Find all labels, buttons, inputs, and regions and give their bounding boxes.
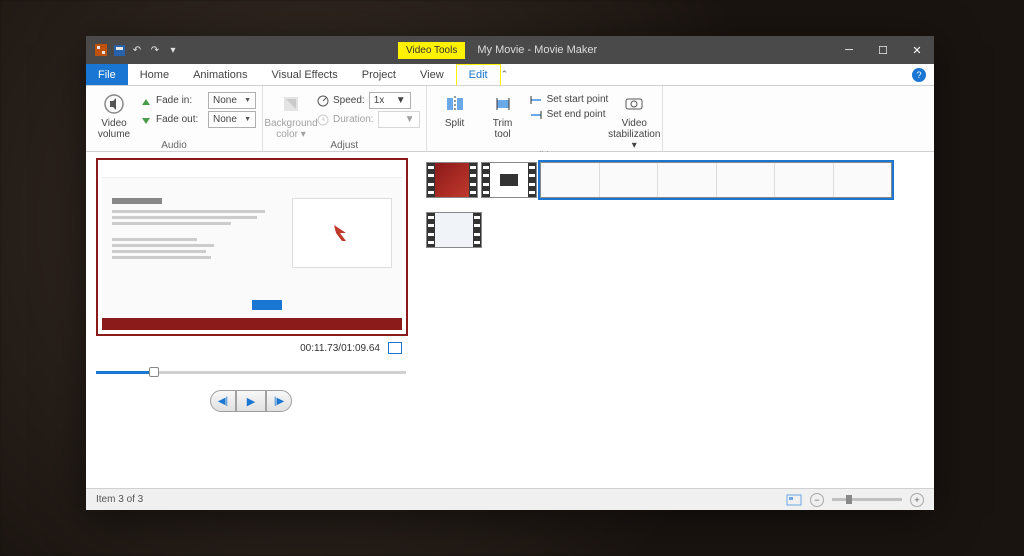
save-icon[interactable] <box>112 43 126 57</box>
tab-edit[interactable]: Edit <box>456 64 501 85</box>
ribbon: Videovolume Fade in: None▼ Fade out: Non… <box>86 86 934 152</box>
tab-project[interactable]: Project <box>350 64 408 85</box>
statusbar: Item 3 of 3 − + <box>86 488 934 510</box>
next-frame-button[interactable]: |▶ <box>266 390 292 412</box>
app-window: ↶ ↷ ▾ Video Tools My Movie - Movie Maker… <box>86 36 934 510</box>
quick-access-toolbar: ↶ ↷ ▾ <box>86 43 188 57</box>
seek-bar[interactable] <box>96 364 406 380</box>
time-display-row: 00:11.73/01:09.64 <box>96 336 406 360</box>
timeline-clip[interactable] <box>426 162 478 198</box>
tab-file[interactable]: File <box>86 64 128 85</box>
qat-dropdown-icon[interactable]: ▾ <box>166 43 180 57</box>
fade-in-row: Fade in: None▼ <box>140 92 256 109</box>
video-stabilization-button[interactable]: Videostabilization ▾ <box>612 88 656 151</box>
maximize-button[interactable]: ☐ <box>866 36 900 64</box>
fade-out-dropdown[interactable]: None▼ <box>208 111 256 128</box>
zoom-slider[interactable] <box>832 498 902 501</box>
timeline-clip[interactable] <box>481 162 537 198</box>
zoom-out-button[interactable]: − <box>810 493 824 507</box>
prev-frame-button[interactable]: ◀| <box>210 390 236 412</box>
speed-dropdown[interactable]: 1x▼ <box>369 92 411 109</box>
speedometer-icon <box>317 95 329 107</box>
contextual-tab-label: Video Tools <box>398 42 465 59</box>
app-icon[interactable] <box>94 43 108 57</box>
time-display: 00:11.73/01:09.64 <box>300 343 380 354</box>
minimize-button[interactable]: ─ <box>832 36 866 64</box>
fade-in-dropdown[interactable]: None▼ <box>208 92 256 109</box>
close-button[interactable]: ✕ <box>900 36 934 64</box>
help-icon[interactable]: ? <box>912 68 926 82</box>
timeline-pane[interactable] <box>416 152 934 488</box>
tab-visual-effects[interactable]: Visual Effects <box>260 64 350 85</box>
preview-pane: 00:11.73/01:09.64 ◀| ▶ |▶ <box>86 152 416 488</box>
workspace: 00:11.73/01:09.64 ◀| ▶ |▶ <box>86 152 934 488</box>
duration-dropdown: ▼ <box>378 111 420 128</box>
tab-animations[interactable]: Animations <box>181 64 259 85</box>
group-adjust: Backgroundcolor ▾ Speed: 1x▼ Duration: ▼… <box>263 86 427 151</box>
set-start-point-button[interactable]: Set start point <box>529 94 609 105</box>
playback-controls: ◀| ▶ |▶ <box>96 390 406 412</box>
tab-view[interactable]: View <box>408 64 456 85</box>
split-button[interactable]: Split <box>433 88 477 129</box>
redo-icon[interactable]: ↷ <box>148 43 162 57</box>
speaker-icon <box>102 92 126 116</box>
end-point-icon <box>529 110 543 120</box>
stabilization-icon <box>622 92 646 116</box>
status-text: Item 3 of 3 <box>96 494 143 505</box>
undo-icon[interactable]: ↶ <box>130 43 144 57</box>
group-audio: Videovolume Fade in: None▼ Fade out: Non… <box>86 86 263 151</box>
fade-in-icon <box>140 95 152 107</box>
trim-tool-button[interactable]: Trimtool <box>481 88 525 140</box>
trim-icon <box>491 92 515 116</box>
fullscreen-icon[interactable] <box>388 342 402 354</box>
timeline-clip[interactable] <box>426 212 482 248</box>
group-editing: Split Trimtool Set start point Set end p… <box>427 86 664 151</box>
split-icon <box>443 92 467 116</box>
timeline-row-1 <box>426 162 924 198</box>
speed-row: Speed: 1x▼ <box>317 92 420 109</box>
background-color-button: Backgroundcolor ▾ <box>269 88 313 140</box>
window-controls: ─ ☐ ✕ <box>832 36 934 64</box>
duration-row: Duration: ▼ <box>317 111 420 128</box>
titlebar: ↶ ↷ ▾ Video Tools My Movie - Movie Maker… <box>86 36 934 64</box>
start-point-icon <box>529 95 543 105</box>
fade-out-icon <box>140 114 152 126</box>
preview-monitor[interactable] <box>96 158 408 336</box>
seek-thumb[interactable] <box>149 367 159 377</box>
video-volume-button[interactable]: Videovolume <box>92 88 136 140</box>
fade-out-row: Fade out: None▼ <box>140 111 256 128</box>
view-mode-icon[interactable] <box>786 493 802 507</box>
zoom-in-button[interactable]: + <box>910 493 924 507</box>
tab-home[interactable]: Home <box>128 64 181 85</box>
ribbon-collapse-icon[interactable]: ⌃ <box>501 69 509 80</box>
ribbon-tabs: File Home Animations Visual Effects Proj… <box>86 64 934 86</box>
paint-bucket-icon <box>279 92 303 116</box>
set-end-point-button[interactable]: Set end point <box>529 109 609 120</box>
play-button[interactable]: ▶ <box>236 390 266 412</box>
timeline-clip-selected[interactable] <box>540 162 892 198</box>
window-title: My Movie - Movie Maker <box>477 44 597 56</box>
timeline-row-2 <box>426 212 924 248</box>
clock-icon <box>317 114 329 126</box>
